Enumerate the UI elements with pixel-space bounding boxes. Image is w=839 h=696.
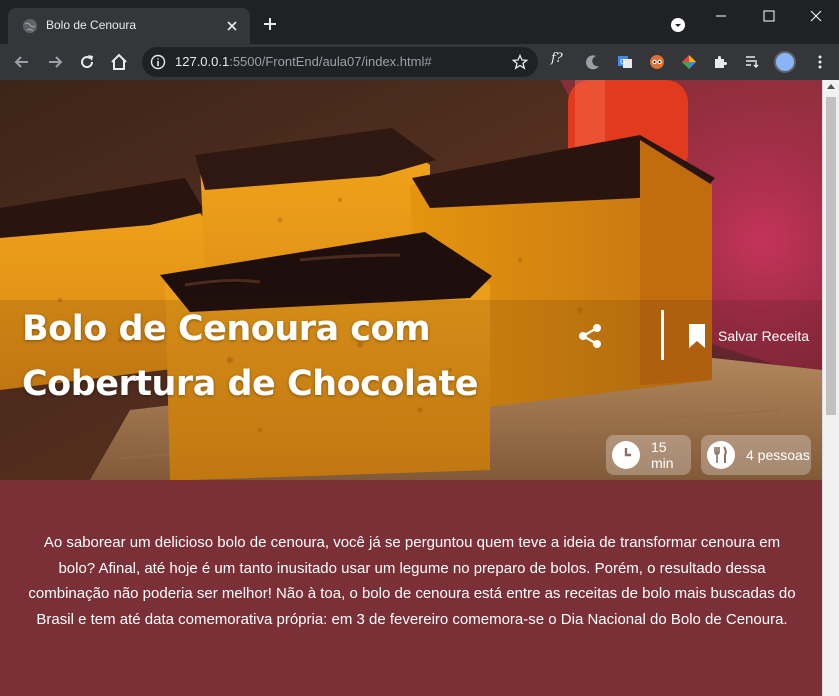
action-divider — [661, 310, 664, 360]
minimize-icon[interactable] — [711, 6, 731, 26]
page-viewport: Bolo de Cenoura com Cobertura de Chocola… — [0, 80, 839, 696]
puzzle-icon[interactable] — [712, 54, 728, 70]
url-host: 127.0.0.1 — [175, 54, 230, 69]
servings-label: 4 pessoas — [746, 447, 810, 463]
title-bar: Bolo de Cenoura — [0, 0, 839, 44]
plus-icon[interactable] — [262, 16, 278, 32]
reading-list-icon[interactable] — [744, 54, 760, 70]
save-recipe-label: Salvar Receita — [718, 328, 810, 344]
window-close-icon[interactable] — [806, 6, 826, 26]
chevron-down-icon[interactable] — [670, 17, 686, 33]
avatar[interactable] — [774, 51, 796, 73]
save-recipe-button[interactable]: Salvar Receita — [688, 322, 809, 350]
cutlery-icon — [707, 441, 735, 469]
ext-moon-icon[interactable] — [585, 54, 601, 70]
toolbar: 127.0.0.1:5500/FrontEnd/aula07/index.htm… — [0, 44, 839, 80]
home-icon[interactable] — [109, 52, 129, 72]
clock-icon — [612, 441, 640, 469]
recipe-title: Bolo de Cenoura com Cobertura de Chocola… — [22, 309, 479, 404]
svg-text:G: G — [620, 58, 625, 66]
scroll-up-arrow-icon[interactable] — [827, 84, 835, 89]
reload-icon[interactable] — [77, 52, 97, 72]
back-icon[interactable] — [12, 52, 32, 72]
recipe-intro: Ao saborear um delicioso bolo de cenoura… — [28, 534, 796, 628]
tab-bolo-de-cenoura[interactable]: Bolo de Cenoura — [8, 8, 250, 44]
time-label: 15 min — [651, 439, 674, 471]
servings-badge: 4 pessoas — [701, 435, 811, 475]
url-path: :5500/FrontEnd/aula07/index.html# — [229, 54, 432, 69]
globe-icon — [23, 19, 37, 33]
tab-title: Bolo de Cenoura — [46, 18, 137, 32]
time-badge: 15 min — [606, 435, 691, 475]
scrollbar[interactable] — [822, 80, 839, 696]
ext-f-label[interactable]: f? — [551, 51, 563, 66]
scroll-thumb[interactable] — [826, 97, 836, 415]
share-icon[interactable] — [577, 323, 603, 349]
address-bar[interactable]: 127.0.0.1:5500/FrontEnd/aula07/index.htm… — [142, 47, 538, 77]
hero-section: Bolo de Cenoura com Cobertura de Chocola… — [0, 80, 822, 480]
ext-color-icon[interactable] — [681, 54, 697, 70]
bookmark-icon — [689, 324, 705, 348]
close-icon[interactable] — [224, 18, 240, 34]
info-icon[interactable] — [150, 54, 166, 70]
forward-icon[interactable] — [45, 52, 65, 72]
url-text[interactable]: 127.0.0.1:5500/FrontEnd/aula07/index.htm… — [175, 54, 432, 69]
ext-eyes-icon[interactable] — [649, 54, 665, 70]
menu-dots-icon[interactable] — [812, 54, 828, 70]
star-icon[interactable] — [512, 54, 528, 70]
ext-translate-icon[interactable]: G — [617, 54, 633, 70]
maximize-icon[interactable] — [759, 6, 779, 26]
